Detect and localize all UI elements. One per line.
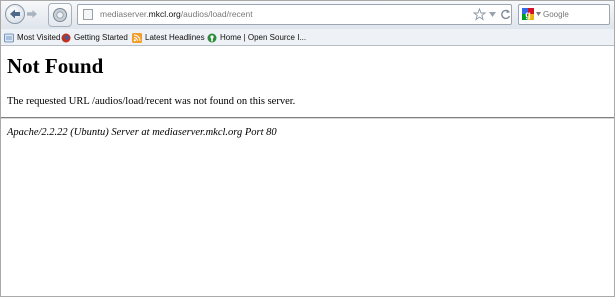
google-icon: g	[522, 8, 534, 20]
open-source-icon	[207, 33, 217, 42]
back-button[interactable]	[5, 4, 25, 24]
bookmarks-toolbar: Most Visited Getting Started Latest Head…	[1, 29, 614, 46]
bookmark-star-icon[interactable]	[473, 8, 486, 21]
back-arrow-icon	[10, 9, 20, 19]
url-text: mediaserver.mkcl.org/audios/load/recent	[100, 8, 253, 21]
horizontal-rule	[1, 117, 614, 119]
search-engine-dropdown-icon[interactable]	[536, 12, 541, 16]
globe-icon	[53, 8, 67, 22]
page-icon	[83, 9, 93, 20]
forward-button[interactable]	[24, 6, 40, 22]
url-domain: mkcl.org	[148, 9, 181, 19]
bookmark-label: Getting Started	[74, 33, 128, 42]
nav-toolbar: mediaserver.mkcl.org/audios/load/recent …	[1, 1, 614, 29]
search-bar[interactable]: g	[518, 4, 610, 25]
url-host-prefix: mediaserver.	[100, 9, 149, 19]
history-dropdown-icon[interactable]	[489, 12, 496, 17]
bookmark-home-open-source[interactable]: Home | Open Source I...	[207, 31, 306, 44]
reload-icon[interactable]	[499, 8, 512, 21]
address-bar[interactable]: mediaserver.mkcl.org/audios/load/recent	[77, 4, 512, 25]
error-message: The requested URL /audios/load/recent wa…	[7, 96, 296, 107]
bookmark-label: Latest Headlines	[145, 33, 205, 42]
forward-arrow-icon	[27, 10, 37, 18]
browser-window: mediaserver.mkcl.org/audios/load/recent …	[0, 0, 615, 297]
bookmark-getting-started[interactable]: Getting Started	[61, 31, 128, 44]
bookmark-label: Most Visited	[17, 33, 61, 42]
search-input[interactable]	[543, 7, 607, 21]
home-button[interactable]	[48, 3, 72, 27]
rss-feed-icon	[132, 32, 142, 43]
url-path: /audios/load/recent	[180, 9, 253, 19]
page-content: Not Found The requested URL /audios/load…	[1, 46, 614, 296]
server-signature: Apache/2.2.22 (Ubuntu) Server at mediase…	[7, 127, 277, 138]
svg-text:g: g	[525, 10, 531, 20]
most-visited-icon	[4, 33, 14, 42]
bookmark-most-visited[interactable]: Most Visited	[4, 31, 60, 44]
firefox-icon	[61, 33, 71, 42]
page-title: Not Found	[7, 54, 104, 78]
bookmark-label: Home | Open Source I...	[220, 33, 307, 42]
bookmark-latest-headlines[interactable]: Latest Headlines	[132, 31, 205, 44]
